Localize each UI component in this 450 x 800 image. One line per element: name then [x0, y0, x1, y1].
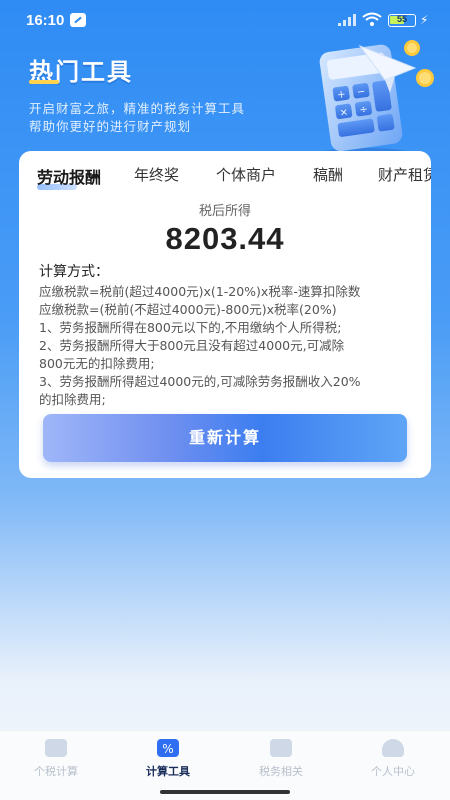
person-icon — [382, 739, 404, 757]
nav-label: 税务相关 — [259, 765, 303, 778]
nav-label: 计算工具 — [146, 765, 190, 778]
tab-individual-business[interactable]: 个体商户 — [216, 164, 276, 185]
method-line: 3、劳务报酬所得超过4000元的,可减除劳务报酬收入20% — [39, 374, 361, 389]
battery-level: 55 — [396, 14, 407, 24]
method-line: 1、劳务报酬所得在800元以下的,不用缴纳个人所得税; — [39, 320, 342, 335]
signal-icon — [338, 14, 356, 26]
wrench-icon — [70, 13, 86, 27]
method-title: 计算方式： — [39, 264, 109, 280]
subtitle-line-2: 帮助你更好的进行财产规划 — [29, 119, 192, 134]
tab-bar: 劳动报酬 年终奖 个体商户 稿酬 财产租赁 — [19, 151, 431, 195]
method-line: 800元无的扣除费用; — [39, 356, 155, 371]
calculator-icon: % — [157, 739, 179, 757]
tab-property-lease[interactable]: 财产租赁 — [378, 164, 431, 185]
home-indicator[interactable] — [160, 790, 290, 794]
battery-icon: 55 — [388, 14, 416, 27]
calculator-illustration: + − × ÷ — [310, 40, 434, 164]
title-underline — [29, 80, 59, 84]
method-line: 应缴税款=(税前(不超过4000元)-800元)x税率(20%) — [39, 302, 337, 317]
nav-tax-calc[interactable]: 个税计算 — [6, 739, 106, 787]
nav-personal-center[interactable]: 个人中心 — [343, 739, 443, 787]
nav-tax-related[interactable]: 税务相关 — [231, 739, 331, 787]
nav-label: 个人中心 — [371, 765, 415, 778]
svg-text:÷: ÷ — [359, 104, 369, 116]
wifi-icon — [362, 12, 382, 26]
status-time: 16:10 — [26, 12, 65, 29]
recalculate-button[interactable]: 重新计算 — [43, 414, 407, 462]
charging-icon: ⚡ — [420, 13, 429, 27]
svg-text:+: + — [336, 89, 346, 101]
nav-label: 个税计算 — [34, 765, 78, 778]
method-line: 的扣除费用; — [39, 392, 106, 407]
tab-year-end-bonus[interactable]: 年终奖 — [134, 164, 179, 185]
result-value: 8203.44 — [165, 221, 285, 256]
result-label: 税后所得 — [198, 204, 251, 219]
svg-text:−: − — [356, 86, 366, 98]
svg-text:×: × — [339, 107, 349, 119]
status-bar: 16:10 55 ⚡ — [0, 0, 450, 40]
method-line: 应缴税款=税前(超过4000元)x(1-20%)x税率-速算扣除数 — [39, 284, 361, 299]
calculator-card: 劳动报酬 年终奖 个体商户 稿酬 财产租赁 税后所得 8203.44 计算方式：… — [19, 151, 431, 478]
nav-calc-tools[interactable]: % 计算工具 — [118, 739, 218, 787]
chart-icon — [270, 739, 292, 757]
tab-royalties[interactable]: 稿酬 — [313, 164, 343, 185]
tab-labor-remuneration[interactable]: 劳动报酬 — [37, 164, 101, 188]
method-line: 2、劳务报酬所得大于800元且没有超过4000元,可减除 — [39, 338, 345, 353]
svg-text:%: % — [162, 742, 173, 756]
tax-calc-icon — [45, 739, 67, 757]
subtitle-line-1: 开启财富之旅，精准的税务计算工具 — [29, 101, 246, 116]
